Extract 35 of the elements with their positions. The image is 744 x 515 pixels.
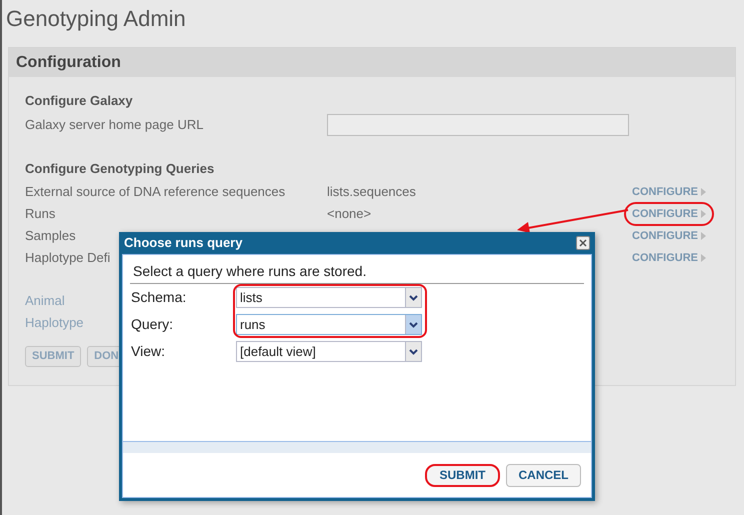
field-label: Query: [131, 315, 174, 334]
row-label: Haplotype Defi [25, 250, 110, 266]
close-button[interactable] [576, 236, 590, 250]
field-label: Galaxy server home page URL [25, 116, 204, 134]
select-field[interactable]: lists [236, 287, 422, 308]
select-field[interactable]: [default view] [236, 341, 422, 362]
row-value: <none> [327, 206, 372, 222]
dialog-title: Choose runs query [124, 234, 242, 252]
panel-button[interactable]: SUBMIT [25, 346, 82, 367]
row-label: Samples [25, 228, 76, 244]
arrow-icon [701, 210, 706, 218]
configure-link[interactable]: CONFIGURE [624, 246, 714, 270]
link[interactable]: Animal [25, 291, 65, 311]
dialog-message: Select a query where runs are stored. [130, 261, 584, 284]
dialog-button[interactable]: SUBMIT [425, 464, 500, 486]
field-label: View: [131, 342, 166, 361]
panel-title: Configuration [9, 48, 735, 77]
page-title: Genotyping Admin [6, 5, 186, 33]
row-value: lists.sequences [327, 184, 416, 200]
select-field[interactable]: runs [236, 314, 422, 335]
field-label: Schema: [131, 288, 188, 307]
section-heading: Configure Galaxy [25, 92, 134, 110]
close-icon [579, 239, 587, 247]
configure-link[interactable]: CONFIGURE [624, 224, 714, 248]
arrow-icon [701, 188, 706, 196]
dialog-button[interactable]: CANCEL [506, 464, 581, 486]
arrow-icon [701, 232, 706, 240]
configure-link[interactable]: CONFIGURE [624, 180, 714, 204]
arrow-icon [701, 254, 706, 262]
configure-link[interactable]: CONFIGURE [624, 202, 714, 226]
row-label: Runs [25, 206, 56, 222]
section-heading: Configure Genotyping Queries [25, 160, 216, 178]
link[interactable]: Haplotype [25, 313, 84, 333]
row-label: External source of DNA reference sequences [25, 184, 286, 200]
url-input[interactable] [327, 114, 629, 136]
